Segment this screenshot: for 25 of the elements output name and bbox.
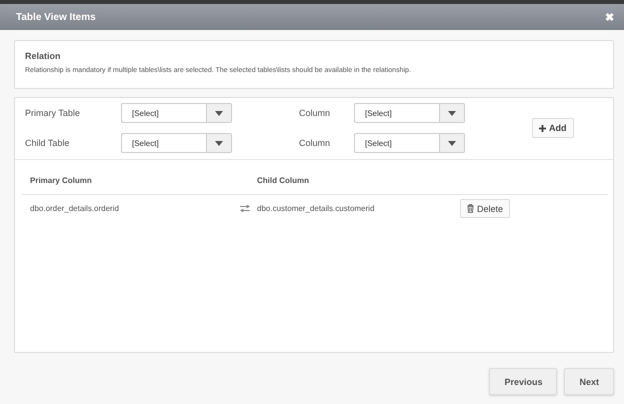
table-cell-text: dbo.customer_details.customerid [257, 204, 376, 213]
trash-icon [467, 204, 474, 213]
caret-icon [448, 140, 456, 146]
select-field[interactable]: [Select] [354, 133, 465, 153]
nav-button[interactable]: Previous [489, 368, 558, 395]
caret-icon [448, 110, 456, 116]
add-button[interactable]: Add [532, 118, 574, 138]
field-label: Column [299, 108, 332, 118]
select-field[interactable]: [Select] [121, 133, 232, 153]
nav-button[interactable]: Next [564, 368, 614, 395]
field-label: Column [299, 138, 332, 148]
caret-icon [215, 140, 223, 146]
column-header: Child Column [257, 176, 310, 185]
section-heading: Relation [25, 51, 62, 61]
window-title: Table View Items [16, 12, 96, 22]
swap-arrows-icon [240, 205, 250, 212]
table-cell-text: dbo.order_details.orderid [30, 204, 120, 213]
delete-button[interactable]: Delete [460, 199, 510, 218]
field-label: Child Table [25, 138, 70, 148]
select-field[interactable]: [Select] [121, 103, 232, 123]
select-field[interactable]: [Select] [354, 103, 465, 123]
caret-icon [215, 110, 223, 116]
column-header: Primary Column [30, 176, 93, 185]
plus-icon [539, 124, 546, 132]
field-label: Primary Table [25, 108, 81, 118]
